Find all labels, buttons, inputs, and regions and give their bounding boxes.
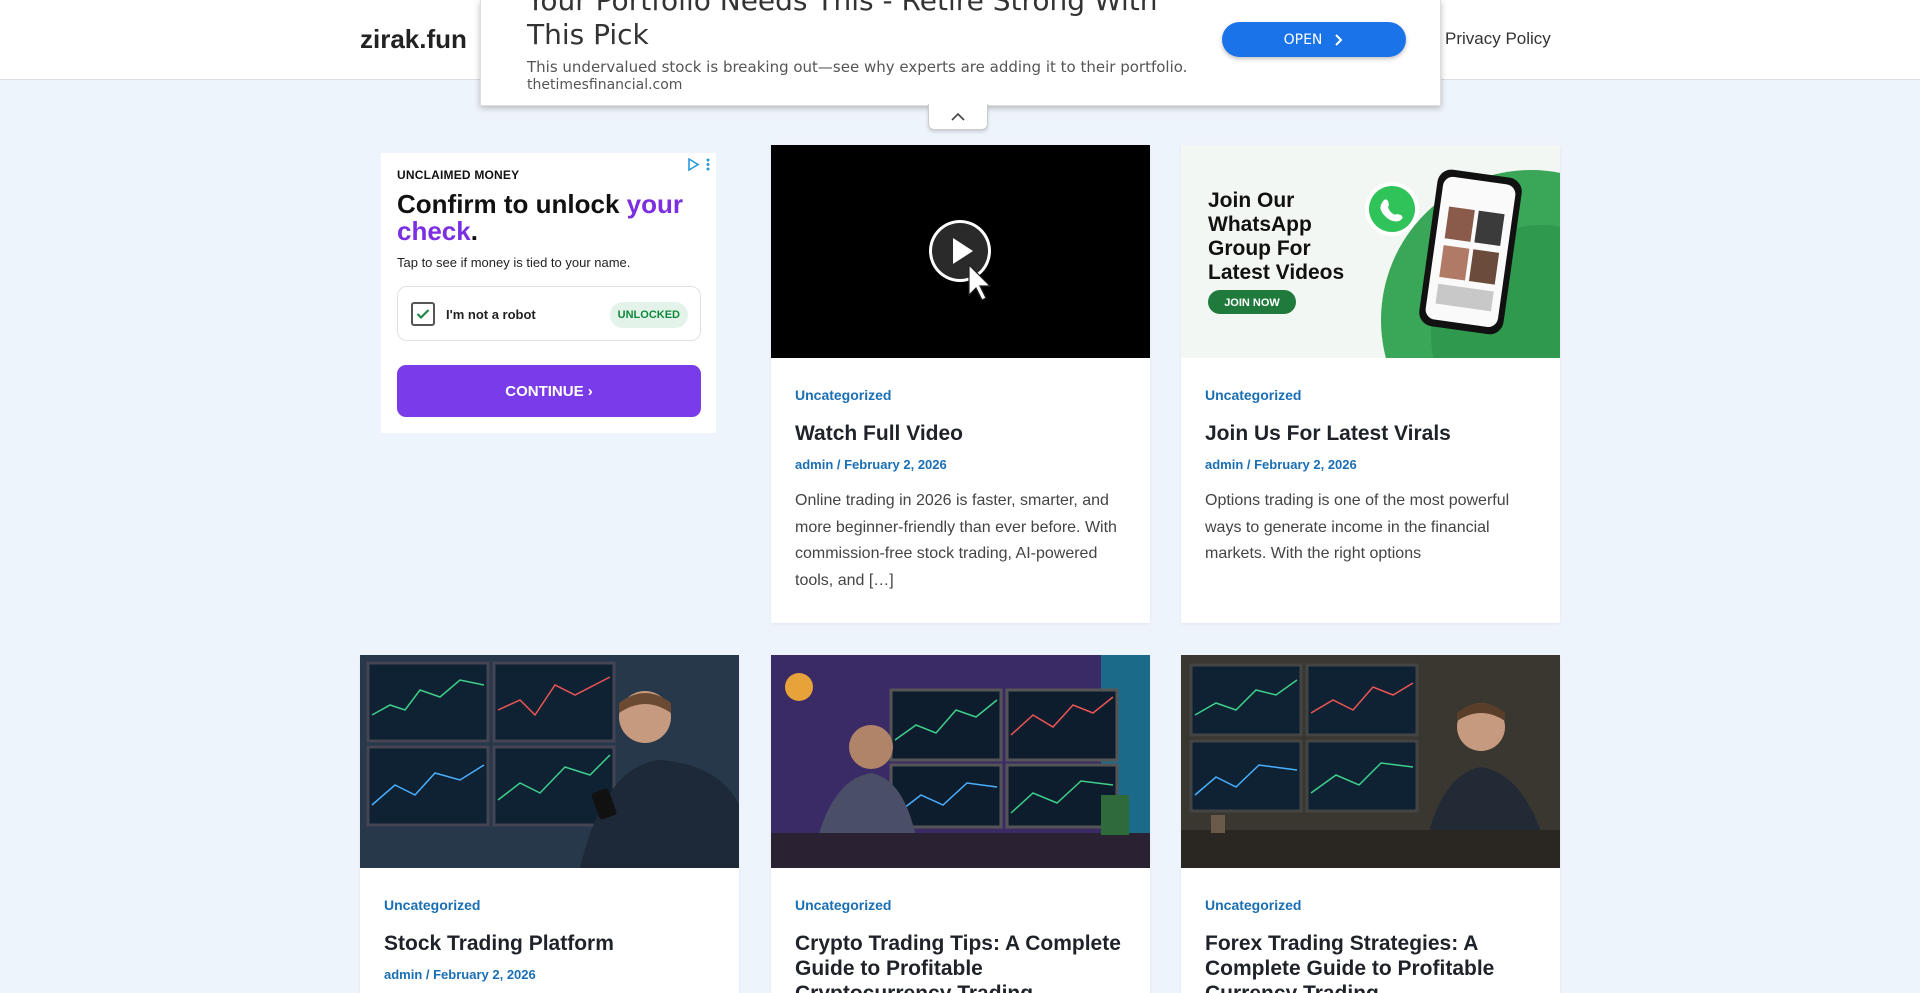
adchoices-icon[interactable] bbox=[687, 158, 700, 171]
ad-choices[interactable] bbox=[687, 158, 710, 171]
post-thumbnail[interactable] bbox=[771, 655, 1150, 868]
top-anchor-ad[interactable]: Your Portfolio Needs This - Retire Stron… bbox=[480, 0, 1441, 106]
play-video-icon[interactable] bbox=[771, 145, 1150, 358]
post-thumbnail[interactable] bbox=[360, 655, 739, 868]
post-title[interactable]: Join Us For Latest Virals bbox=[1205, 421, 1536, 446]
robot-checkbox[interactable] bbox=[411, 302, 435, 326]
post-title[interactable]: Crypto Trading Tips: A Complete Guide to… bbox=[795, 931, 1126, 993]
side-ad[interactable]: UNCLAIMED MONEY Confirm to unlock your c… bbox=[381, 153, 716, 433]
post-thumbnail[interactable]: Join Our WhatsApp Group For Latest Video… bbox=[1181, 145, 1560, 358]
post-excerpt: Online trading in 2026 is faster, smarte… bbox=[795, 492, 1117, 589]
ad-description: This undervalued stock is breaking out—s… bbox=[527, 58, 1188, 76]
promo-line-2: WhatsApp bbox=[1208, 213, 1312, 236]
ad-open-button[interactable]: OPEN bbox=[1222, 22, 1406, 57]
post-title[interactable]: Forex Trading Strategies: A Complete Gui… bbox=[1205, 931, 1536, 993]
post-card: Uncategorized Crypto Trading Tips: A Com… bbox=[771, 655, 1150, 993]
post-card: Uncategorized Forex Trading Strategies: … bbox=[1181, 655, 1560, 993]
post-category[interactable]: Uncategorized bbox=[795, 897, 1126, 913]
site-title[interactable]: zirak.fun bbox=[360, 24, 467, 55]
post-category[interactable]: Uncategorized bbox=[795, 387, 1126, 403]
side-ad-title: Confirm to unlock your check. bbox=[397, 189, 684, 246]
post-title[interactable]: Stock Trading Platform bbox=[384, 931, 715, 956]
post-thumbnail[interactable] bbox=[1181, 655, 1560, 868]
post-category[interactable]: Uncategorized bbox=[1205, 897, 1536, 913]
ad-domain: thetimesfinancial.com bbox=[527, 77, 683, 93]
ad-headline[interactable]: Your Portfolio Needs This - Retire Stron… bbox=[527, 0, 1207, 52]
promo-line-3: Group For bbox=[1208, 237, 1311, 260]
promo-join-label: JOIN NOW bbox=[1224, 297, 1280, 309]
side-ad-label: UNCLAIMED MONEY bbox=[397, 168, 520, 182]
more-vertical-icon[interactable] bbox=[706, 158, 710, 171]
side-ad-subtitle: Tap to see if money is tied to your name… bbox=[397, 255, 631, 270]
nav-privacy-policy[interactable]: Privacy Policy bbox=[1445, 29, 1551, 49]
trader-photo bbox=[360, 655, 739, 868]
post-thumbnail[interactable] bbox=[771, 145, 1150, 358]
post-meta[interactable]: admin / February 2, 2026 bbox=[384, 967, 715, 982]
crypto-trader-photo bbox=[771, 655, 1150, 868]
robot-check-box[interactable]: I'm not a robot UNLOCKED bbox=[397, 286, 701, 341]
post-title[interactable]: Watch Full Video bbox=[795, 421, 1126, 446]
promo-line-1: Join Our bbox=[1208, 189, 1294, 212]
post-card: Join Our WhatsApp Group For Latest Video… bbox=[1181, 145, 1560, 623]
continue-button[interactable]: CONTINUE › bbox=[397, 365, 701, 417]
unlocked-badge: UNLOCKED bbox=[609, 302, 688, 328]
post-meta[interactable]: admin / February 2, 2026 bbox=[1205, 457, 1536, 472]
chevron-up-icon bbox=[951, 112, 965, 121]
checkmark-icon bbox=[416, 309, 430, 320]
post-category[interactable]: Uncategorized bbox=[384, 897, 715, 913]
whatsapp-promo-image: Join Our WhatsApp Group For Latest Video… bbox=[1181, 145, 1560, 358]
post-meta[interactable]: admin / February 2, 2026 bbox=[795, 457, 1126, 472]
forex-trader-photo bbox=[1181, 655, 1560, 868]
whatsapp-icon bbox=[1365, 182, 1419, 236]
ad-open-label: OPEN bbox=[1283, 31, 1323, 48]
promo-line-4: Latest Videos bbox=[1208, 261, 1344, 284]
robot-text: I'm not a robot bbox=[446, 307, 536, 322]
chevron-right-icon bbox=[1335, 33, 1343, 46]
post-card: Uncategorized Watch Full Video admin / F… bbox=[771, 145, 1150, 623]
ad-collapse-button[interactable] bbox=[928, 104, 988, 130]
post-card: Uncategorized Stock Trading Platform adm… bbox=[360, 655, 739, 993]
post-category[interactable]: Uncategorized bbox=[1205, 387, 1536, 403]
post-excerpt: Options trading is one of the most power… bbox=[1205, 492, 1510, 562]
